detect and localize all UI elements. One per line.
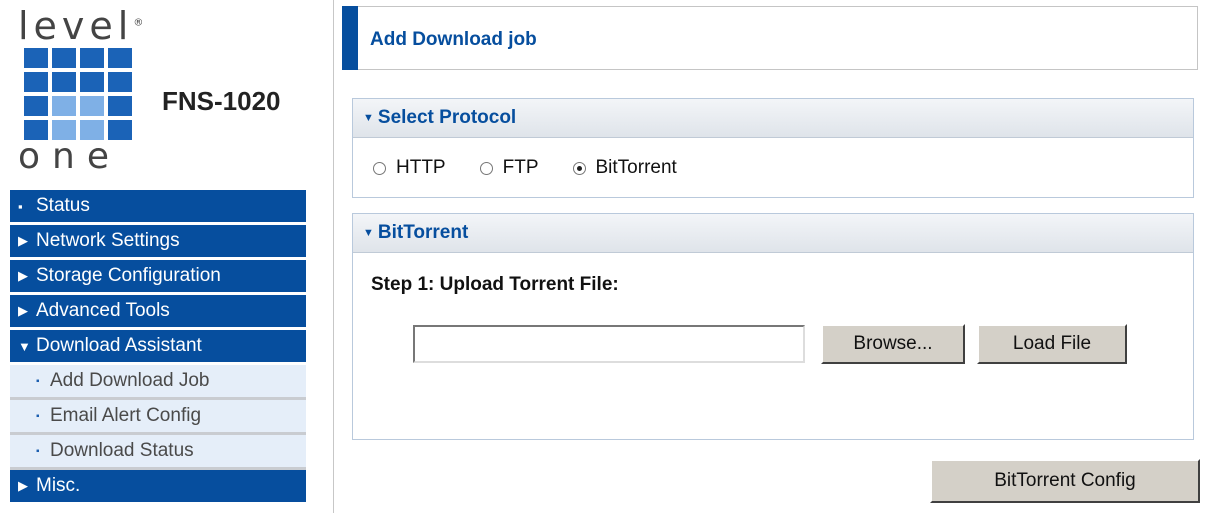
brand-logo: level® one FNS-1020 xyxy=(14,4,304,178)
sidebar-item-label: Network Settings xyxy=(36,230,180,251)
page-title-bar: Add Download job xyxy=(342,6,1198,70)
arrow-right-icon: ▶ xyxy=(18,233,28,248)
protocol-radio-group: HTTP FTP BitTorrent xyxy=(353,138,1193,198)
protocol-radio-bittorrent[interactable]: BitTorrent xyxy=(572,157,677,179)
sidebar-item-label: Add Download Job xyxy=(50,370,210,391)
radio-label: HTTP xyxy=(396,157,446,178)
sidebar-item-label: Advanced Tools xyxy=(36,300,170,321)
radio-label: FTP xyxy=(502,157,539,178)
product-name: FNS-1020 xyxy=(162,86,281,116)
protocol-section: ▼ Select Protocol HTTP FTP BitTorrent xyxy=(352,98,1194,198)
bittorrent-section: ▼ BitTorrent Step 1: Upload Torrent File… xyxy=(352,213,1194,440)
arrow-down-icon: ▼ xyxy=(18,338,31,354)
logo-text-bottom: one xyxy=(18,136,121,177)
browse-button[interactable]: Browse... xyxy=(821,324,965,364)
arrow-right-icon: ▶ xyxy=(18,303,28,318)
bittorrent-config-button[interactable]: BitTorrent Config xyxy=(930,459,1200,503)
logo-grid-icon xyxy=(24,48,132,140)
torrent-file-input[interactable] xyxy=(413,325,805,363)
radio-selected-icon[interactable] xyxy=(572,161,586,175)
sidebar-item-label: Email Alert Config xyxy=(50,405,202,426)
bullet-icon: ▪ xyxy=(36,375,40,387)
bullet-icon: ▪ xyxy=(36,445,40,457)
sidebar-item-misc[interactable]: ▶ Misc. xyxy=(10,470,306,505)
section-title: Select Protocol xyxy=(377,107,517,128)
arrow-right-icon: ▶ xyxy=(18,478,28,493)
collapse-triangle-icon: ▼ xyxy=(363,112,374,124)
sidebar-subitem-download-status[interactable]: ▪ Download Status xyxy=(10,435,306,470)
radio-icon[interactable] xyxy=(373,161,386,175)
page-title: Add Download job xyxy=(370,29,537,50)
protocol-radio-ftp[interactable]: FTP xyxy=(479,157,539,179)
bittorrent-section-header: ▼ BitTorrent xyxy=(353,214,1193,253)
protocol-radio-http[interactable]: HTTP xyxy=(373,157,446,179)
sidebar-nav: ▪ Status ▶ Network Settings ▶ Storage Confi… xyxy=(10,190,306,505)
sidebar-item-label: Misc. xyxy=(36,475,81,496)
sidebar-item-label: Download Assistant xyxy=(36,335,202,356)
sidebar-item-download-assistant[interactable]: ▼ Download Assistant xyxy=(10,330,306,365)
section-title: BitTorrent xyxy=(377,222,469,243)
title-accent-bar xyxy=(342,6,358,70)
main-panel: Add Download job ▼ Select Protocol HTTP … xyxy=(333,0,1206,513)
collapse-triangle-icon: ▼ xyxy=(363,227,374,239)
bullet-icon: ▪ xyxy=(36,410,40,422)
radio-icon[interactable] xyxy=(479,161,493,175)
load-file-button[interactable]: Load File xyxy=(977,324,1127,364)
logo-text-top: level® xyxy=(18,4,144,48)
upload-step-label: Step 1: Upload Torrent File: xyxy=(371,274,619,295)
protocol-section-header: ▼ Select Protocol xyxy=(353,99,1193,138)
sidebar-item-storage-configuration[interactable]: ▶ Storage Configuration xyxy=(10,260,306,295)
sidebar-subitem-add-download-job[interactable]: ▪ Add Download Job xyxy=(10,365,306,400)
sidebar-item-label: Download Status xyxy=(50,440,194,461)
sidebar-item-label: Status xyxy=(36,195,90,216)
sidebar-item-network-settings[interactable]: ▶ Network Settings xyxy=(10,225,306,260)
sidebar-item-status[interactable]: ▪ Status xyxy=(10,190,306,225)
bullet-icon: ▪ xyxy=(18,198,23,214)
arrow-right-icon: ▶ xyxy=(18,268,28,283)
sidebar-subitem-email-alert-config[interactable]: ▪ Email Alert Config xyxy=(10,400,306,435)
sidebar-item-label: Storage Configuration xyxy=(36,265,221,286)
radio-label: BitTorrent xyxy=(595,157,677,178)
sidebar-item-advanced-tools[interactable]: ▶ Advanced Tools xyxy=(10,295,306,330)
